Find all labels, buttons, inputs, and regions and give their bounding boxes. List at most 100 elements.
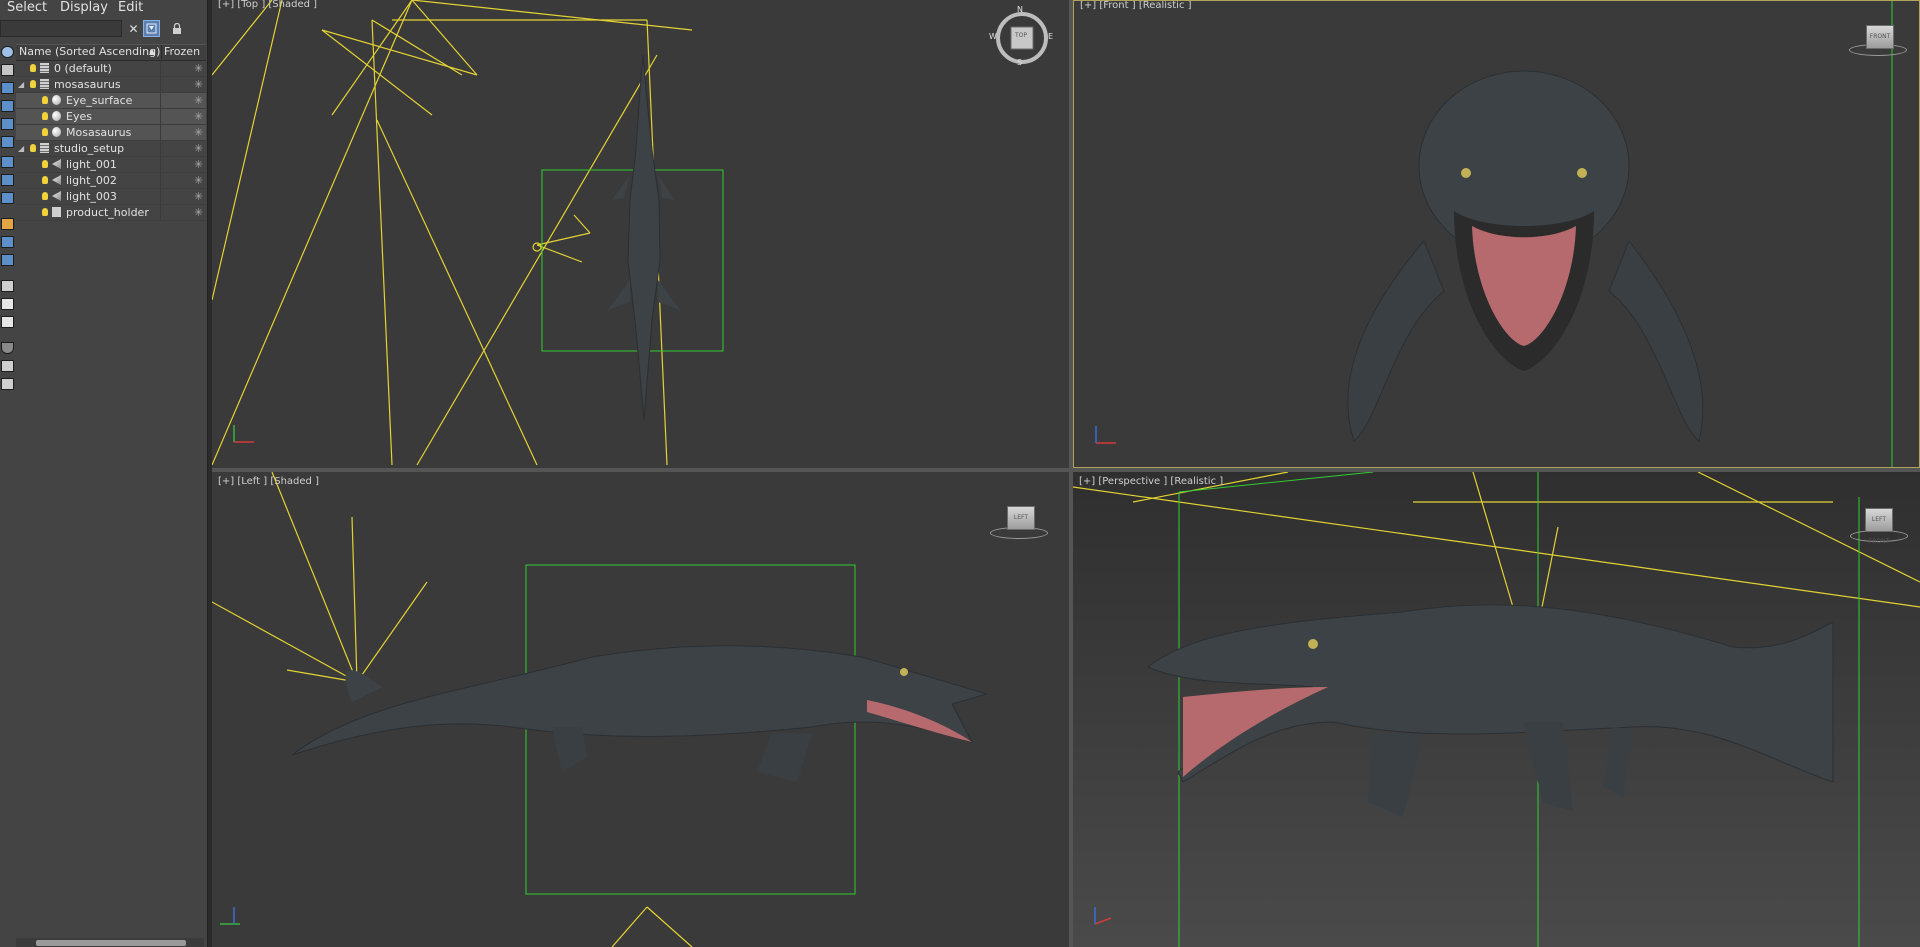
- visibility-bulb-icon[interactable]: [42, 96, 48, 104]
- display-lights-icon[interactable]: [1, 82, 14, 94]
- close-icon: ✕: [128, 21, 139, 36]
- compass-south: S: [1017, 58, 1023, 67]
- menu-select[interactable]: Select: [7, 0, 47, 15]
- viewport-label-top[interactable]: [+] [Top ] [Shaded ]: [218, 0, 317, 10]
- freeze-toggle-icon[interactable]: ✳: [194, 125, 203, 140]
- display-shapes-icon[interactable]: [1, 64, 14, 76]
- freeze-toggle-icon[interactable]: ✳: [194, 173, 203, 188]
- visibility-bulb-icon[interactable]: [42, 128, 48, 136]
- visibility-bulb-icon[interactable]: [42, 176, 48, 184]
- visibility-bulb-icon[interactable]: [30, 144, 36, 152]
- visibility-bulb-icon[interactable]: [42, 208, 48, 216]
- camera-icon: [52, 207, 61, 217]
- axis-tripod-front: [1095, 426, 1116, 444]
- display-invert-icon[interactable]: [1, 316, 14, 328]
- frozen-column-header[interactable]: Frozen: [164, 45, 200, 59]
- visibility-bulb-icon[interactable]: [42, 160, 48, 168]
- mosasaurus-left-model[interactable]: [291, 645, 989, 782]
- perspective-view-scene: [1073, 472, 1920, 947]
- scrollbar-thumb[interactable]: [36, 940, 186, 946]
- viewcube-left[interactable]: LEFT: [1007, 506, 1035, 530]
- menu-display[interactable]: Display: [60, 0, 108, 15]
- mosasaurus-top-model[interactable]: [608, 54, 680, 421]
- freeze-toggle-icon[interactable]: ✳: [194, 189, 203, 204]
- axis-tripod-perspective: [1094, 907, 1112, 925]
- sync-selection-icon[interactable]: [1, 360, 14, 372]
- freeze-toggle-icon[interactable]: ✳: [194, 77, 203, 92]
- freeze-toggle-icon[interactable]: ✳: [194, 205, 203, 220]
- front-view-scene: [1095, 1, 1893, 467]
- mosasaurus-perspective-model[interactable]: [1147, 604, 1834, 817]
- compass-north: N: [1017, 5, 1023, 14]
- compass-east: E: [1048, 32, 1054, 41]
- search-input[interactable]: [0, 20, 122, 37]
- list-options-icon[interactable]: [1, 378, 14, 390]
- visibility-bulb-icon[interactable]: [42, 112, 48, 120]
- viewport-label-front[interactable]: [+] [Front ] [Realistic ]: [1080, 1, 1192, 11]
- tree-row-label: product_holder: [66, 206, 149, 219]
- display-geometry-icon[interactable]: [1, 46, 14, 58]
- lock-button[interactable]: [168, 20, 185, 37]
- freeze-toggle-icon[interactable]: ✳: [194, 141, 203, 156]
- light-icon: [52, 159, 61, 169]
- scene-tree: Name (Sorted Ascending) ▲ Frozen 0 (defa…: [16, 44, 206, 221]
- tree-row[interactable]: Eye_surface ✳: [16, 93, 206, 109]
- display-none-icon[interactable]: [1, 298, 14, 310]
- tree-row-label: light_001: [66, 158, 117, 171]
- axis-tripod-left: [220, 907, 240, 925]
- tree-row[interactable]: ◢ studio_setup ✳: [16, 141, 206, 157]
- display-hidden-icon[interactable]: [1, 254, 14, 266]
- sort-ascending-icon: ▲: [149, 47, 156, 56]
- tree-row[interactable]: Mosasaurus ✳: [16, 125, 206, 141]
- sphere-icon: [52, 127, 61, 137]
- display-containers-icon[interactable]: [1, 218, 14, 230]
- tree-row[interactable]: Eyes ✳: [16, 109, 206, 125]
- visibility-bulb-icon[interactable]: [30, 80, 36, 88]
- freeze-toggle-icon[interactable]: ✳: [194, 93, 203, 108]
- visibility-bulb-icon[interactable]: [42, 192, 48, 200]
- viewport-label-perspective[interactable]: [+] [Perspective ] [Realistic ]: [1079, 476, 1223, 487]
- freeze-toggle-icon[interactable]: ✳: [194, 157, 203, 172]
- freeze-toggle-icon[interactable]: ✳: [194, 109, 203, 124]
- filter-toggle-button[interactable]: [143, 20, 160, 37]
- expand-toggle-icon[interactable]: ◢: [18, 77, 24, 92]
- light-gizmos-perspective: [1073, 472, 1920, 613]
- tree-row[interactable]: 0 (default) ✳: [16, 61, 206, 77]
- light-icon: [52, 175, 61, 185]
- display-bones-icon[interactable]: [1, 192, 14, 204]
- tree-row[interactable]: light_002 ✳: [16, 173, 206, 189]
- viewport-perspective[interactable]: [+] [Perspective ] [Realistic ] LEFT FRO…: [1073, 472, 1920, 947]
- clear-search-button[interactable]: ✕: [125, 20, 142, 37]
- viewcube-front[interactable]: FRONT: [1866, 25, 1894, 49]
- viewcube-top-face[interactable]: TOP: [1015, 32, 1027, 39]
- tree-row[interactable]: light_001 ✳: [16, 157, 206, 173]
- display-cameras-icon[interactable]: [1, 100, 14, 112]
- viewport-label-left[interactable]: [+] [Left ] [Shaded ]: [218, 476, 319, 487]
- tree-row-label: light_003: [66, 190, 117, 203]
- viewport-top[interactable]: [+] [Top ] [Shaded ] N S E W TOP: [212, 0, 1069, 468]
- funnel-icon[interactable]: [1, 342, 14, 354]
- tree-row[interactable]: ◢ mosasaurus ✳: [16, 77, 206, 93]
- lock-icon: [172, 22, 181, 34]
- mosasaurus-front-model[interactable]: [1347, 70, 1704, 442]
- horizontal-scrollbar[interactable]: [16, 938, 204, 947]
- viewport-front[interactable]: [+] [Front ] [Realistic ] FRONT: [1073, 0, 1920, 468]
- tree-header: Name (Sorted Ascending) ▲ Frozen: [16, 44, 206, 61]
- tree-row[interactable]: product_holder ✳: [16, 205, 206, 221]
- visibility-bulb-icon[interactable]: [30, 64, 36, 72]
- menu-edit[interactable]: Edit: [118, 0, 143, 15]
- viewport-left[interactable]: [+] [Left ] [Shaded ] LEFT: [212, 472, 1069, 947]
- display-all-icon[interactable]: [1, 280, 14, 292]
- expand-toggle-icon[interactable]: ◢: [18, 141, 24, 156]
- display-helpers-icon[interactable]: [1, 118, 14, 130]
- layer-icon: [40, 79, 49, 89]
- display-frozen-icon[interactable]: [1, 236, 14, 248]
- display-groups-icon[interactable]: [1, 156, 14, 168]
- viewcube-perspective[interactable]: LEFT FRONT: [1865, 508, 1893, 545]
- left-view-scene: [212, 472, 989, 947]
- freeze-toggle-icon[interactable]: ✳: [194, 61, 203, 76]
- name-column-header[interactable]: Name (Sorted Ascending): [19, 45, 160, 59]
- display-xrefs-icon[interactable]: [1, 174, 14, 186]
- display-spacewarps-icon[interactable]: [1, 136, 14, 148]
- tree-row[interactable]: light_003 ✳: [16, 189, 206, 205]
